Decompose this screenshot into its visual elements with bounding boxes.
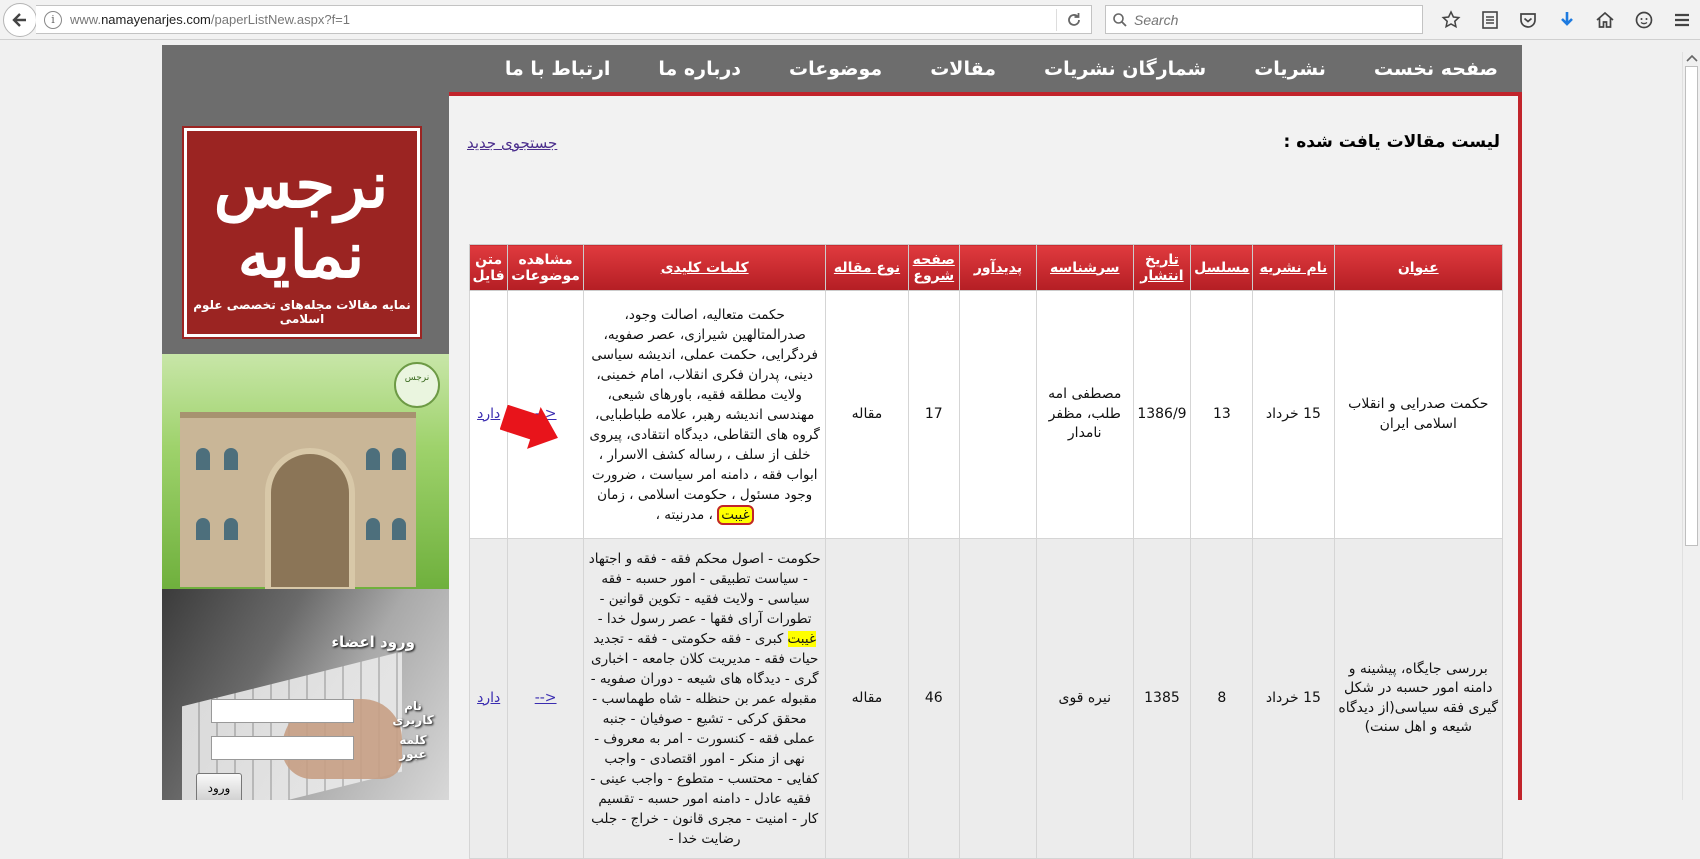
table-row: حکمت صدرایی و انقلاب اسلامی ایران 15 خرد… [468, 290, 1504, 539]
table-header-row: عنوان نام نشریه مسلسل تاریخ انتشار سرشنا… [468, 244, 1504, 291]
password-label: کلمه عبور [399, 733, 427, 761]
back-arrow-icon [12, 13, 26, 27]
cell-author [958, 290, 1037, 539]
cell-title: بررسی جایگاه، پیشینه و دامنه امور حسبه د… [1333, 538, 1504, 859]
web-page: صفحه نخست نشریات شمارگان نشریات مقالات م… [162, 45, 1522, 859]
building-photo: نرجس [162, 354, 449, 589]
address-divider [1056, 9, 1057, 31]
password-input[interactable] [211, 736, 354, 760]
nav-issues[interactable]: شمارگان نشریات [1020, 58, 1230, 80]
scroll-up-icon[interactable] [1685, 52, 1699, 64]
download-icon[interactable] [1548, 6, 1587, 34]
results-table: عنوان نام نشریه مسلسل تاریخ انتشار سرشنا… [468, 244, 1504, 859]
column-header[interactable]: صفحه شروع [907, 244, 960, 291]
reload-icon[interactable] [1065, 11, 1083, 29]
column-header[interactable]: کلمات کلیدی [582, 244, 827, 291]
table-row: بررسی جایگاه، پیشینه و دامنه امور حسبه د… [468, 538, 1504, 859]
column-header[interactable]: نام نشریه [1252, 244, 1335, 291]
cell-type: مقاله [825, 538, 909, 859]
cell-title: حکمت صدرایی و انقلاب اسلامی ایران [1333, 290, 1504, 539]
login-title: ورود اعضاء [331, 633, 415, 651]
highlighted-keyword: غیبت [787, 630, 817, 647]
browser-search-box[interactable] [1105, 5, 1423, 34]
cell-serial: 13 [1190, 290, 1254, 539]
vertical-scrollbar[interactable] [1682, 52, 1700, 800]
column-header: مشاهده موضوعات [507, 244, 584, 291]
login-panel: ورود اعضاء نام کاربری کلمه عبور ورود [162, 589, 449, 800]
left-sidebar: نرجس نمایه نمایه مقالات مجله‌های تخصصی ع… [162, 92, 449, 800]
search-input[interactable] [1134, 11, 1404, 28]
column-header[interactable]: تاریخ انتشار [1132, 244, 1192, 291]
nav-about[interactable]: درباره ما [634, 58, 765, 80]
view-topics-link[interactable]: <-- [535, 690, 557, 706]
browser-toolbar-icons [1432, 6, 1700, 34]
file-link[interactable]: دارد [477, 690, 500, 706]
cell-date: 1386/9 [1132, 290, 1192, 539]
column-header[interactable]: سرشناسه [1035, 244, 1134, 291]
menu-icon[interactable] [1663, 6, 1700, 34]
new-search-link[interactable]: جستجوی جدید [467, 134, 557, 152]
cell-author [958, 538, 1037, 859]
column-header[interactable]: مسلسل [1190, 244, 1254, 291]
pocket-icon[interactable] [1509, 6, 1548, 34]
cell-type: مقاله [825, 290, 909, 539]
login-button[interactable]: ورود [196, 773, 242, 800]
nav-journals[interactable]: نشریات [1230, 58, 1350, 80]
cell-start-page: 46 [907, 538, 960, 859]
cell-start-page: 17 [907, 290, 960, 539]
top-navigation: صفحه نخست نشریات شمارگان نشریات مقالات م… [162, 45, 1522, 92]
column-header: متن فایل [468, 244, 509, 291]
back-button[interactable] [3, 3, 37, 37]
main-content: لیست مقالات یافت شده : جستجوی جدید عنوان… [449, 92, 1522, 859]
cell-date: 1385 [1132, 538, 1192, 859]
cell-keywords: حکمت متعالیه، اصالت وجود، صدرالمتالهین ش… [582, 290, 827, 539]
nav-home[interactable]: صفحه نخست [1350, 58, 1522, 80]
browser-toolbar: i www.namayenarjes.com/paperListNew.aspx… [0, 0, 1700, 40]
nav-contact[interactable]: ارتباط با ما [481, 58, 635, 80]
nav-topics[interactable]: موضوعات [765, 58, 906, 80]
file-link[interactable]: دارد [477, 406, 500, 422]
chat-icon[interactable] [1625, 6, 1664, 34]
red-arrow-icon [500, 405, 558, 449]
cell-header: مصطفی امه طلب، مظفر نامدار [1035, 290, 1134, 539]
username-label: نام کاربری [392, 699, 434, 727]
home-icon[interactable] [1586, 6, 1625, 34]
username-input[interactable] [211, 699, 354, 723]
cell-keywords: حکومت - اصول محکم فقه - فقه و اجتهاد - س… [582, 538, 827, 859]
building-arch [265, 448, 355, 589]
bookmark-star-icon[interactable] [1432, 6, 1471, 34]
cell-journal: 15 خرداد [1252, 538, 1335, 859]
emblem-badge: نرجس [394, 362, 440, 408]
cell-serial: 8 [1190, 538, 1254, 859]
highlighted-keyword: غیبت [717, 504, 754, 525]
cell-file: دارد [468, 538, 509, 859]
column-header[interactable]: نوع مقاله [825, 244, 909, 291]
nav-articles[interactable]: مقالات [906, 58, 1020, 80]
address-bar[interactable]: i www.namayenarjes.com/paperListNew.aspx… [36, 5, 1092, 34]
reading-list-icon[interactable] [1471, 6, 1510, 34]
info-icon[interactable]: i [44, 10, 62, 29]
cell-journal: 15 خرداد [1252, 290, 1335, 539]
search-icon [1113, 12, 1127, 27]
column-header[interactable]: پدیدآور [958, 244, 1037, 291]
cell-header: نیره قوی [1035, 538, 1134, 859]
logo-subtitle: نمایه مقالات مجله‌های تخصصی علوم اسلامی [193, 298, 411, 326]
url-text: www.namayenarjes.com/paperListNew.aspx?f… [70, 12, 351, 27]
logo-calligraphy: نرجس نمایه [213, 148, 389, 293]
results-heading: لیست مقالات یافت شده : [1283, 132, 1500, 152]
cell-view-topics: <-- [507, 538, 584, 859]
building-facade [180, 412, 416, 589]
column-header[interactable]: عنوان [1333, 244, 1504, 291]
site-logo[interactable]: نرجس نمایه نمایه مقالات مجله‌های تخصصی ع… [182, 126, 422, 339]
scrollbar-thumb[interactable] [1685, 66, 1698, 546]
